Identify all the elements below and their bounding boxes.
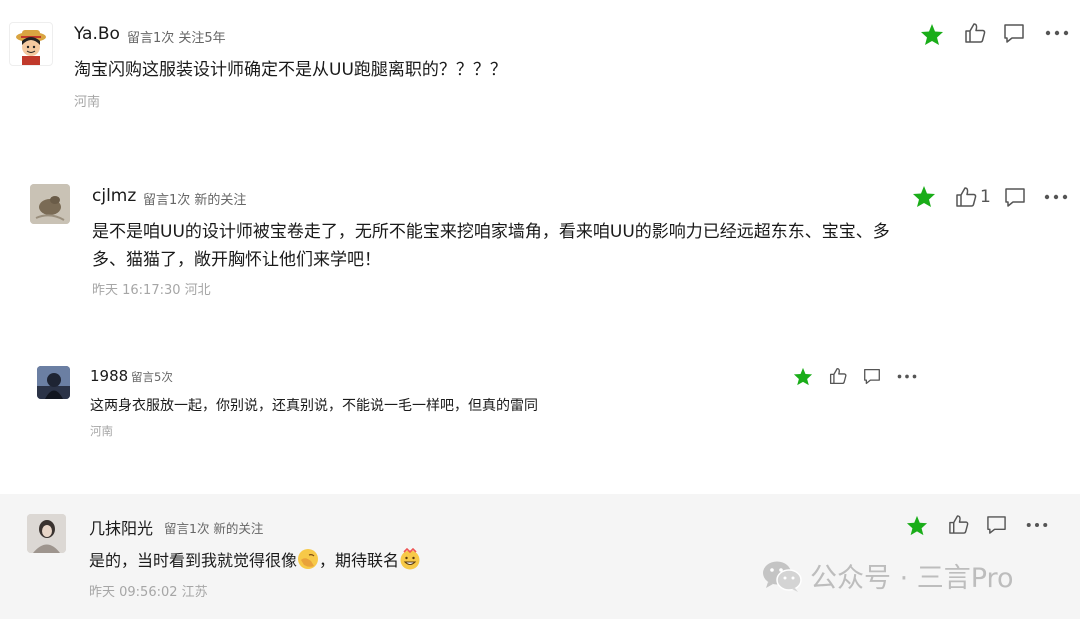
comment-time-location: 昨天 16:17:30 河北 (92, 283, 211, 298)
comment-item: 1988 留言5次 这两身衣服放一起，你别说，还真别说，不能说一毛一样吧，但真的… (0, 336, 1080, 494)
like-count: 1 (980, 187, 991, 207)
author-meta: 留言1次 新的关注 (164, 521, 264, 536)
more-icon (1045, 30, 1069, 36)
reply-button[interactable] (1004, 187, 1026, 208)
reply-button[interactable] (1003, 23, 1025, 44)
star-icon (793, 367, 813, 386)
star-button[interactable] (793, 367, 813, 386)
star-button[interactable] (912, 185, 936, 208)
like-button[interactable]: 1 (955, 186, 991, 208)
comment-location: 河南 (90, 424, 113, 438)
more-button[interactable] (1026, 522, 1048, 528)
watermark: 公众号 · 三言Pro (762, 556, 1014, 595)
thumbs-up-icon (829, 367, 847, 385)
facepalm-emoji-icon (298, 549, 319, 569)
avatar[interactable] (27, 514, 66, 553)
more-button[interactable] (1045, 30, 1069, 36)
author-name[interactable]: cjlmz (92, 186, 136, 206)
author-name[interactable]: 1988 (90, 367, 128, 385)
more-icon (897, 374, 917, 379)
comment-text-part: 是的，当时看到我就觉得很像 (89, 551, 298, 570)
avatar[interactable] (37, 366, 70, 399)
star-icon (913, 186, 935, 207)
comment-text-line: 是不是咱UU的设计师被宝卷走了，无所不能宝来挖咱家墙角，看来咱UU的影响力已经远… (92, 222, 890, 242)
author-name[interactable]: 几抹阳光 (89, 515, 153, 539)
thumbs-up-icon (965, 23, 986, 43)
star-button[interactable] (920, 23, 944, 46)
reply-button[interactable] (863, 368, 881, 385)
comment-icon (1005, 188, 1025, 207)
author-meta: 留言1次 关注5年 (127, 31, 226, 46)
author-name[interactable]: Ya.Bo (74, 24, 120, 44)
grin-emoji-icon (400, 548, 420, 570)
avatar-image (37, 366, 70, 399)
avatar[interactable] (30, 184, 70, 224)
avatar-image (30, 184, 70, 224)
watermark-text: 公众号 · 三言Pro (810, 563, 1014, 594)
comment-text-part: ，期待联名 (319, 551, 400, 570)
avatar-image (16, 30, 46, 65)
more-icon (1044, 194, 1068, 200)
comment-text: 淘宝闪购这服装设计师确定不是从UU跑腿离职的？？？？ (74, 60, 507, 80)
thumbs-up-icon (949, 515, 969, 534)
avatar[interactable] (9, 22, 53, 66)
like-button[interactable] (964, 22, 986, 44)
comment-text-line: 多、猫猫了，敞开胸怀让他们来学吧！ (92, 250, 381, 270)
comment-item: cjlmz 留言1次 新的关注 是不是咱UU的设计师被宝卷走了，无所不能宝来挖咱… (0, 160, 1080, 336)
wechat-icon (763, 561, 802, 592)
star-icon (921, 24, 943, 45)
author-meta: 留言5次 (131, 370, 173, 384)
comment-icon (987, 516, 1006, 534)
more-button[interactable] (1044, 194, 1068, 200)
thumbs-up-icon (956, 187, 977, 207)
like-button[interactable] (948, 514, 969, 535)
comment-time-location: 昨天 09:56:02 江苏 (89, 585, 208, 600)
author-meta: 留言1次 新的关注 (143, 193, 247, 208)
comment-location: 河南 (74, 95, 101, 110)
avatar-image (27, 514, 66, 553)
comment-icon (1004, 24, 1024, 43)
reply-button[interactable] (986, 515, 1007, 535)
comment-item: Ya.Bo 留言1次 关注5年 淘宝闪购这服装设计师确定不是从UU跑腿离职的？？… (0, 0, 1080, 160)
like-button[interactable] (829, 367, 847, 385)
more-button[interactable] (897, 374, 917, 379)
comment-text: 是不是咱UU的设计师被宝卷走了，无所不能宝来挖咱家墙角，看来咱UU的影响力已经远… (92, 218, 902, 274)
star-icon (906, 515, 928, 536)
more-icon (1026, 522, 1048, 528)
star-button[interactable] (906, 515, 928, 536)
comment-icon (864, 368, 880, 385)
comment-text: 这两身衣服放一起，你别说，还真别说，不能说一毛一样吧，但真的雷同 (90, 398, 538, 414)
comment-text: 是的，当时看到我就觉得很像 ，期待联名 (89, 548, 421, 574)
